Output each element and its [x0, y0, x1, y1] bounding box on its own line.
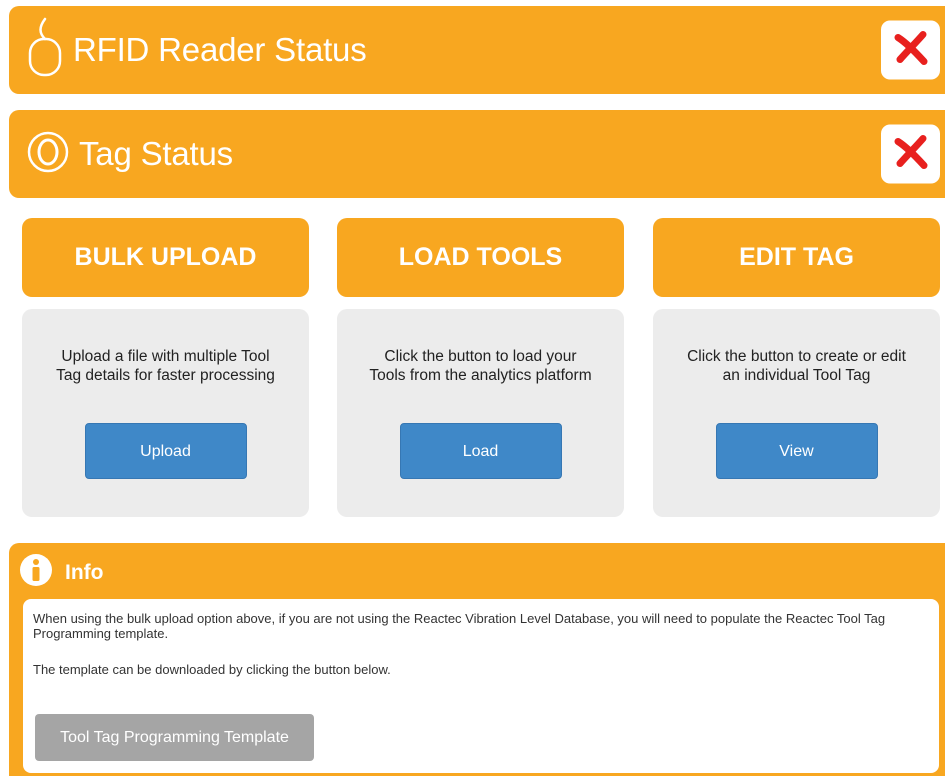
edit-tag-description: Click the button to create or edit an in… — [653, 347, 940, 385]
info-body: When using the bulk upload option above,… — [23, 599, 939, 773]
info-header: Info — [19, 553, 103, 592]
bulk-upload-card: Upload a file with multiple Tool Tag det… — [22, 309, 309, 517]
info-panel: Info When using the bulk upload option a… — [9, 543, 945, 776]
edit-tag-desc-line1: Click the button to create or edit — [687, 348, 906, 365]
load-tools-header: LOAD TOOLS — [337, 218, 624, 297]
edit-tag-desc-line2: an individual Tool Tag — [722, 367, 871, 384]
info-title: Info — [65, 560, 104, 584]
bulk-upload-header: BULK UPLOAD — [22, 218, 309, 297]
bulk-upload-desc-line2: Tag details for faster processing — [56, 367, 275, 384]
bulk-upload-desc-line1: Upload a file with multiple Tool — [61, 348, 270, 365]
tool-tag-template-button[interactable]: Tool Tag Programming Template — [35, 714, 314, 761]
tag-icon — [27, 129, 69, 180]
edit-tag-card: Click the button to create or edit an in… — [653, 309, 940, 517]
view-button[interactable]: View — [715, 423, 878, 479]
load-button[interactable]: Load — [399, 423, 562, 479]
load-tools-description: Click the button to load your Tools from… — [337, 347, 624, 385]
upload-button[interactable]: Upload — [84, 423, 247, 479]
load-tools-card: Click the button to load your Tools from… — [337, 309, 624, 517]
red-x-icon — [892, 29, 930, 72]
bulk-upload-description: Upload a file with multiple Tool Tag det… — [22, 347, 309, 385]
reader-status-title: RFID Reader Status — [73, 31, 367, 68]
info-icon — [19, 553, 53, 592]
load-tools-desc-line2: Tools from the analytics platform — [369, 367, 592, 384]
reader-status-badge — [881, 20, 940, 80]
tag-status-bar: Tag Status — [9, 110, 945, 198]
edit-tag-header: EDIT TAG — [653, 218, 940, 297]
tag-status-title: Tag Status — [79, 135, 233, 172]
reader-icon — [27, 17, 63, 84]
rfid-reader-status-bar: RFID Reader Status — [9, 6, 945, 94]
load-tools-desc-line1: Click the button to load your — [384, 348, 577, 365]
tag-status-badge — [881, 124, 940, 184]
info-paragraph-bulk-upload: When using the bulk upload option above,… — [33, 611, 886, 641]
red-x-icon — [892, 133, 930, 176]
info-paragraph-template: The template can be downloaded by clicki… — [33, 662, 391, 677]
